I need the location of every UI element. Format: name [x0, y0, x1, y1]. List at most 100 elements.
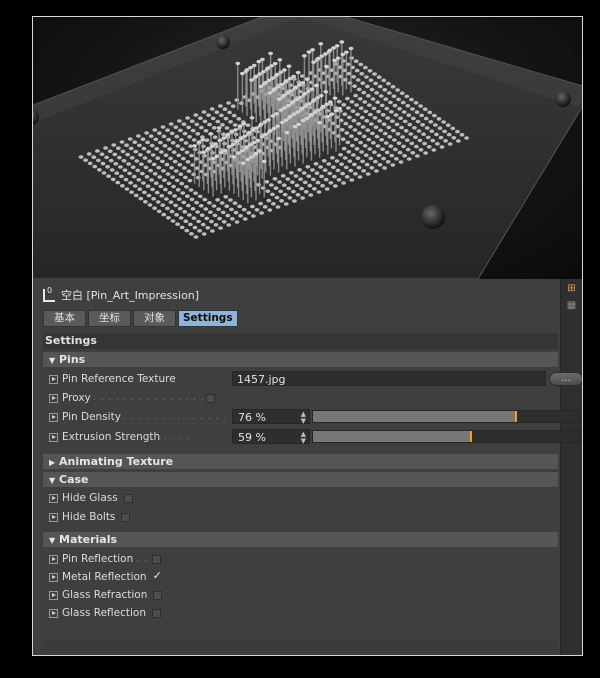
grid-icon[interactable]: ▦: [565, 299, 578, 312]
pin-head: [425, 135, 431, 140]
pin-head: [87, 161, 93, 166]
pin-head: [427, 110, 433, 115]
pin-density-slider[interactable]: [312, 410, 580, 423]
group-materials-header[interactable]: ▼ Materials: [43, 532, 558, 547]
pin-head: [377, 119, 382, 123]
pin-head: [358, 62, 364, 67]
pin-head: [363, 65, 368, 70]
browse-button[interactable]: ...: [549, 372, 582, 386]
viewport-3d[interactable]: [33, 17, 582, 279]
pin-head: [367, 69, 373, 73]
pin-head: [194, 200, 200, 205]
pin-head: [331, 165, 336, 169]
pin-head: [438, 135, 444, 140]
animate-toggle-icon[interactable]: [49, 393, 58, 403]
pin-head: [133, 193, 139, 198]
pin-head: [132, 184, 138, 188]
pin-head: [167, 191, 173, 195]
animate-toggle-icon[interactable]: [49, 432, 58, 442]
pin-head: [325, 114, 331, 119]
pin-head: [401, 144, 406, 149]
pin-head: [360, 125, 366, 129]
pin-head: [391, 94, 397, 98]
animate-toggle-icon[interactable]: [49, 554, 58, 564]
pin-head: [193, 113, 199, 117]
pin-density-input[interactable]: 76 % ▲ ▼: [232, 409, 310, 425]
pin-head: [101, 171, 107, 175]
glass-refraction-checkbox[interactable]: [153, 590, 163, 600]
pin-head: [439, 145, 445, 149]
pin-head: [358, 106, 364, 110]
pin-head: [160, 125, 166, 129]
animate-toggle-icon[interactable]: [49, 493, 58, 503]
texture-path-field[interactable]: 1457.jpg: [232, 371, 546, 386]
pin-head: [107, 149, 113, 153]
pin-head: [201, 150, 207, 154]
pin-head: [114, 171, 120, 175]
animate-toggle-icon[interactable]: [49, 572, 58, 582]
pin-head: [190, 128, 196, 133]
pin-head: [228, 198, 233, 202]
pin-head: [359, 115, 365, 120]
pin-head: [394, 157, 399, 161]
stepper-icon[interactable]: ▲ ▼: [301, 410, 306, 425]
animate-toggle-icon[interactable]: [49, 512, 58, 522]
pin-head: [338, 153, 343, 157]
group-pins-header[interactable]: ▼ Pins: [43, 352, 558, 367]
extrusion-strength-slider[interactable]: [312, 430, 580, 443]
pin-head: [155, 156, 161, 160]
animate-toggle-icon[interactable]: [49, 374, 58, 384]
glass-reflection-checkbox[interactable]: [152, 608, 162, 618]
hide-glass-checkbox[interactable]: [123, 493, 133, 503]
animate-toggle-icon[interactable]: [49, 590, 58, 600]
group-animating-texture-header[interactable]: ▶ Animating Texture: [43, 454, 558, 469]
animate-toggle-icon[interactable]: [49, 412, 58, 422]
metal-reflection-checkbox[interactable]: ✓: [153, 570, 165, 583]
pin-reflection-checkbox[interactable]: [152, 554, 162, 564]
pin-head: [339, 128, 345, 132]
pin-head: [323, 90, 329, 94]
lock-icon[interactable]: ⊞: [565, 282, 578, 295]
pin-head: [404, 138, 410, 142]
hide-bolts-checkbox[interactable]: [121, 512, 131, 522]
pin-head: [349, 134, 354, 138]
pin-head: [140, 171, 145, 176]
pin-head: [324, 187, 330, 191]
slider-handle[interactable]: [515, 411, 518, 422]
pin-head: [437, 126, 443, 130]
triangle-down-icon: ▼: [49, 356, 56, 365]
pin-head: [173, 125, 179, 129]
animate-toggle-icon[interactable]: [49, 608, 58, 618]
slider-handle[interactable]: [469, 431, 472, 442]
pin-head: [306, 50, 312, 54]
pin-head: [393, 147, 398, 152]
group-case-header[interactable]: ▼ Case: [43, 472, 558, 487]
pin-head: [153, 181, 159, 185]
row-extrusion-strength: Extrusion Strength . . . . .: [49, 429, 194, 445]
stepper-icon[interactable]: ▲ ▼: [301, 430, 306, 445]
pin-head: [244, 68, 250, 72]
pin-head: [251, 214, 256, 218]
tab-object[interactable]: 对象: [133, 310, 176, 327]
pin-head: [220, 210, 226, 215]
pin-head: [230, 104, 236, 108]
pin-head: [345, 96, 350, 101]
pin-head: [133, 149, 139, 154]
pin-head: [193, 235, 199, 239]
pin-head: [375, 100, 380, 104]
tab-coordinates[interactable]: 坐标: [88, 310, 131, 327]
tab-basic[interactable]: 基本: [43, 310, 86, 327]
triangle-right-icon: ▶: [49, 458, 56, 467]
pin-head: [216, 126, 222, 130]
slider-fill: [313, 411, 516, 422]
pin-head: [209, 219, 214, 224]
pin-head: [403, 129, 409, 133]
tab-settings[interactable]: Settings: [178, 310, 238, 327]
pin-head: [408, 132, 414, 136]
pin-head: [376, 75, 382, 79]
pin-head: [286, 64, 292, 68]
pin-head: [294, 183, 300, 188]
proxy-checkbox[interactable]: [205, 393, 215, 403]
pin-head: [353, 137, 359, 142]
extrusion-strength-input[interactable]: 59 % ▲ ▼: [232, 429, 310, 445]
